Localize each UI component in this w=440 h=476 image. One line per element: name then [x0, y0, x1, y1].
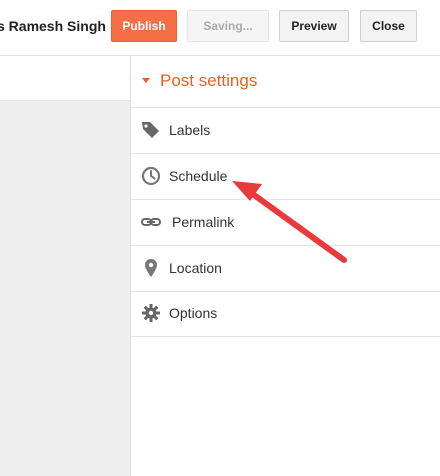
editor-canvas[interactable]: [0, 101, 130, 476]
sidebar-item-label: Schedule: [169, 168, 228, 184]
post-settings-sidebar: Post settings Labels Schedule Permalink …: [131, 56, 440, 476]
editor-toolbar: [0, 56, 130, 101]
saving-button[interactable]: Saving...: [187, 10, 269, 42]
sidebar-item-label: Labels: [169, 122, 211, 138]
sidebar-item-options[interactable]: Options: [131, 291, 440, 337]
sidebar-item-label: Options: [169, 305, 218, 321]
publish-button[interactable]: Publish: [111, 10, 177, 42]
post-settings-header[interactable]: Post settings: [131, 56, 440, 108]
location-pin-icon: [145, 259, 157, 277]
clock-icon: [141, 166, 161, 186]
sidebar-item-schedule[interactable]: Schedule: [131, 154, 440, 200]
preview-button[interactable]: Preview: [279, 10, 349, 42]
sidebar-item-label: Permalink: [172, 214, 235, 230]
author-name: s Ramesh Singh: [0, 18, 106, 34]
caret-down-icon: [142, 78, 150, 83]
sidebar-item-location[interactable]: Location: [131, 246, 440, 292]
sidebar-item-permalink[interactable]: Permalink: [131, 200, 440, 246]
close-button[interactable]: Close: [360, 10, 417, 42]
gear-icon: [142, 304, 160, 322]
sidebar-item-label: Location: [169, 260, 222, 276]
post-settings-title: Post settings: [160, 71, 258, 90]
top-bar: s Ramesh Singh Publish Saving... Preview…: [0, 0, 440, 56]
sidebar-item-labels[interactable]: Labels: [131, 108, 440, 154]
link-icon: [141, 218, 161, 226]
tag-icon: [142, 122, 159, 138]
